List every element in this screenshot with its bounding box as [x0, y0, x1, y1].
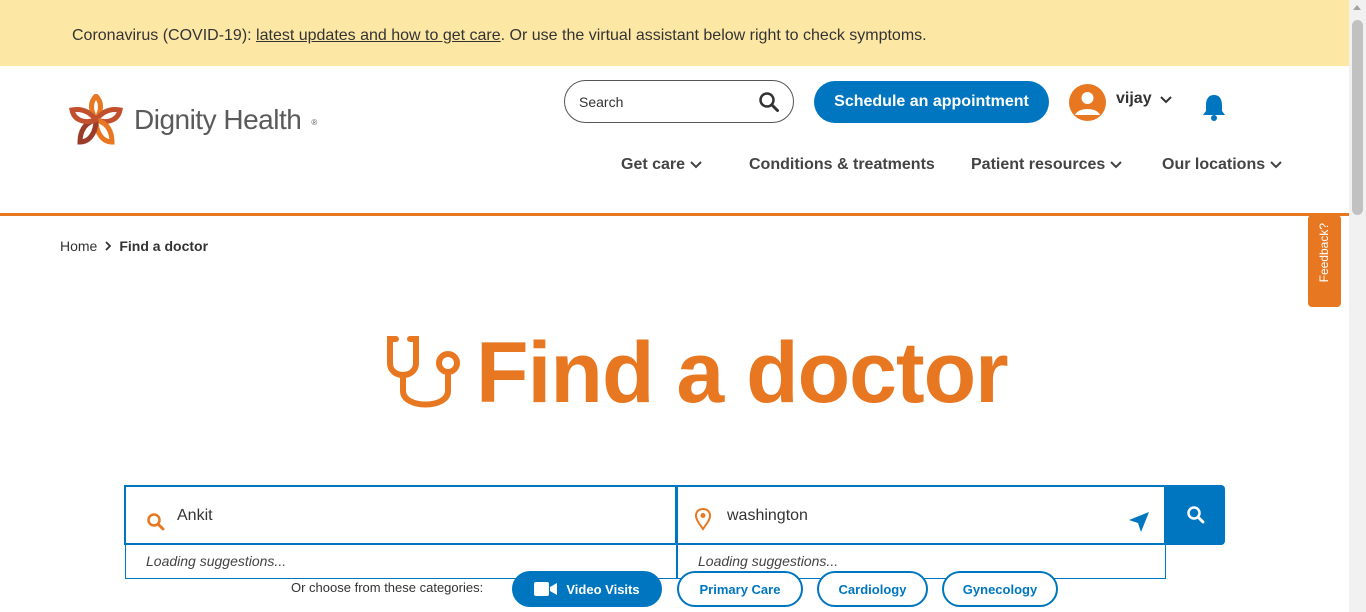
stethoscope-icon: [387, 336, 460, 408]
nav-get-care[interactable]: Get care: [621, 156, 702, 174]
banner-prefix: Coronavirus (COVID-19):: [72, 27, 257, 44]
chevron-down-icon: [690, 161, 702, 169]
site-header: Dignity Health® Schedule an appointment …: [0, 66, 1349, 216]
banner-suffix: . Or use the virtual assistant below rig…: [500, 27, 927, 44]
logo-mark-icon: [69, 94, 123, 145]
nav-our-locations[interactable]: Our locations: [1162, 156, 1282, 174]
doctor-name-field[interactable]: [124, 485, 677, 545]
chevron-down-icon: [1110, 161, 1122, 169]
user-name: vijay: [1116, 89, 1152, 107]
nav-conditions-treatments[interactable]: Conditions & treatments: [749, 156, 935, 174]
category-video-visits[interactable]: Video Visits: [512, 571, 662, 607]
scroll-up-arrow[interactable]: [1353, 5, 1361, 10]
schedule-appointment-button[interactable]: Schedule an appointment: [814, 81, 1049, 123]
search-icon[interactable]: [759, 91, 779, 112]
category-cardiology[interactable]: Cardiology: [817, 571, 928, 607]
user-menu[interactable]: vijay: [1069, 84, 1172, 121]
category-label: Cardiology: [838, 581, 907, 597]
category-gynecology[interactable]: Gynecology: [942, 571, 1058, 607]
registered-mark: ®: [311, 118, 317, 127]
category-primary-care[interactable]: Primary Care: [677, 571, 803, 607]
breadcrumb: Home Find a doctor: [60, 238, 208, 254]
search-icon: [1186, 506, 1204, 524]
nav-label: Get care: [621, 156, 686, 173]
suggestions-loading: Loading suggestions...: [698, 553, 839, 569]
chevron-down-icon: [1270, 161, 1282, 169]
search-icon: [147, 513, 165, 531]
feedback-label: Feedback?: [1317, 223, 1331, 283]
nav-label: Our locations: [1162, 156, 1266, 173]
search-input[interactable]: [579, 93, 739, 110]
chevron-right-icon: [105, 241, 112, 251]
breadcrumb-home[interactable]: Home: [60, 238, 97, 254]
page-scrollbar[interactable]: [1349, 0, 1366, 612]
categories-label: Or choose from these categories:: [291, 580, 484, 595]
location-input[interactable]: [727, 507, 1117, 525]
user-avatar-icon: [1069, 84, 1106, 121]
locate-me-icon[interactable]: [1128, 511, 1150, 533]
location-pin-icon: [694, 507, 712, 531]
site-search[interactable]: [564, 80, 794, 123]
dignity-health-logo[interactable]: Dignity Health ®: [68, 94, 317, 146]
suggestions-loading: Loading suggestions...: [146, 553, 287, 569]
search-submit-button[interactable]: [1166, 485, 1225, 545]
category-label: Gynecology: [962, 581, 1038, 597]
covid-banner: Coronavirus (COVID-19): latest updates a…: [0, 0, 1349, 66]
category-label: Video Visits: [566, 581, 640, 597]
logo-text: Dignity Health: [134, 104, 302, 135]
nav-patient-resources[interactable]: Patient resources: [971, 156, 1122, 174]
page-title: Find a doctor: [476, 325, 1009, 421]
nav-label: Patient resources: [971, 156, 1106, 173]
notification-bell-icon[interactable]: [1200, 92, 1228, 122]
nav-label: Conditions & treatments: [749, 156, 935, 173]
scrollbar-thumb[interactable]: [1352, 20, 1363, 215]
doctor-name-input[interactable]: [177, 507, 657, 525]
category-label: Primary Care: [699, 581, 781, 597]
hero: Find a doctor: [386, 325, 1009, 421]
doctor-finder: [124, 485, 1225, 545]
chevron-down-icon: [1159, 95, 1172, 103]
video-camera-icon: [534, 582, 558, 596]
feedback-tab[interactable]: Feedback?: [1308, 215, 1341, 307]
location-field[interactable]: [677, 485, 1166, 545]
breadcrumb-current: Find a doctor: [119, 238, 209, 254]
banner-link[interactable]: latest updates and how to get care: [256, 27, 501, 44]
